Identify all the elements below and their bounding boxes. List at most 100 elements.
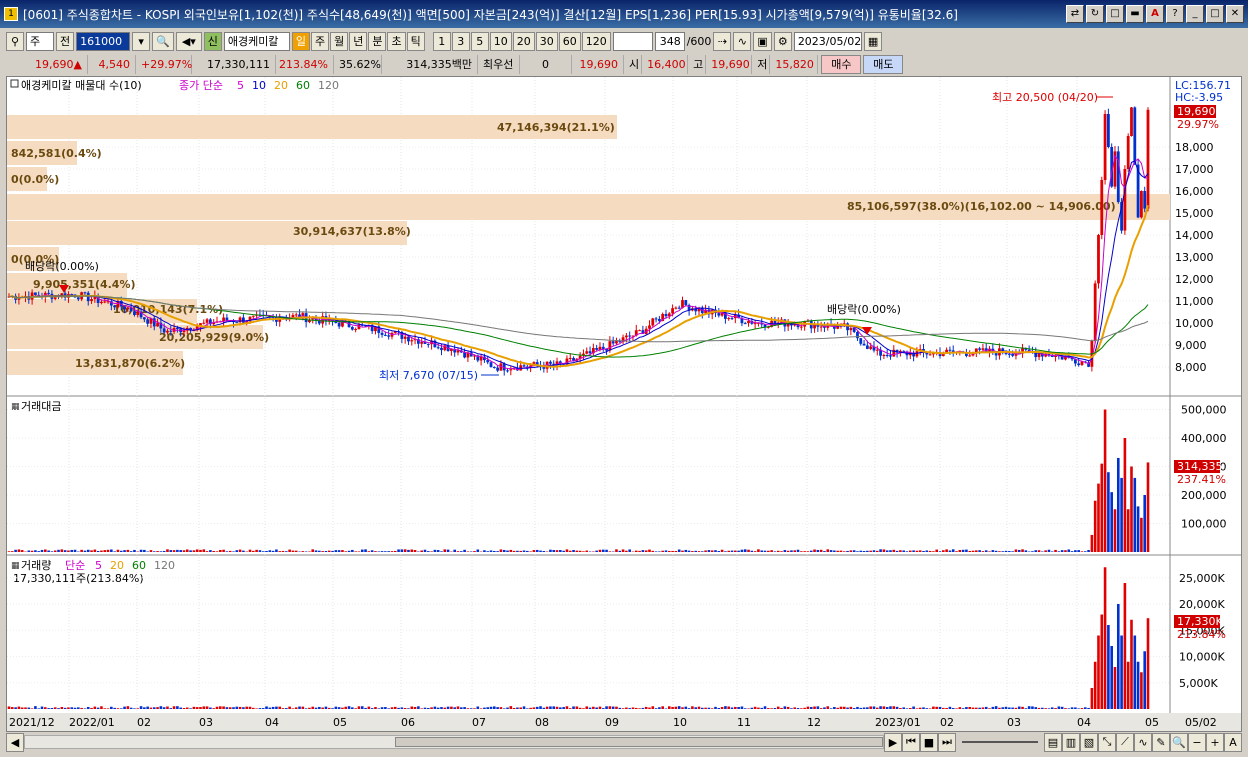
plus-icon[interactable]: +: [1206, 732, 1224, 752]
first-icon[interactable]: ⏮: [902, 732, 920, 752]
period-button-6[interactable]: 틱: [406, 31, 425, 51]
volume-bar: [288, 706, 291, 709]
amount-bar: [922, 550, 925, 552]
volume-bar: [545, 706, 549, 709]
search-icon[interactable]: 🔍: [152, 31, 174, 51]
interval-button-1[interactable]: 1: [432, 31, 451, 51]
interval-button-10[interactable]: 10: [489, 31, 512, 51]
amount-bar: [1014, 549, 1018, 552]
calendar-icon[interactable]: ▦: [863, 31, 883, 51]
refresh-icon[interactable]: ↻: [1086, 5, 1104, 23]
amount-bar: [430, 551, 433, 552]
amount-bar: [833, 550, 836, 552]
amount-bar: [747, 549, 750, 552]
volume-bar: [1034, 707, 1038, 709]
interval-button-20[interactable]: 20: [512, 31, 535, 51]
volume-bar: [572, 706, 575, 709]
type-select[interactable]: 주: [26, 31, 54, 51]
layout2-icon[interactable]: ▧: [1080, 732, 1098, 752]
amount-bar: [1037, 550, 1041, 552]
amount-bar: [420, 550, 423, 552]
code-input[interactable]: 161000: [76, 31, 131, 51]
interval-button-30[interactable]: 30: [535, 31, 558, 51]
amount-bar: [674, 550, 678, 552]
scroll-track[interactable]: [24, 735, 884, 749]
last-icon[interactable]: ⏭: [938, 732, 956, 752]
zoom-slider[interactable]: [962, 741, 1038, 743]
minus-icon[interactable]: −: [1188, 732, 1206, 752]
help-icon[interactable]: ?: [1166, 5, 1184, 23]
amount-bar: [433, 549, 437, 552]
volume-bar: [615, 706, 618, 709]
period-button-2[interactable]: 월: [330, 31, 349, 51]
volume-bar: [895, 706, 899, 709]
period-button-1[interactable]: 주: [310, 31, 330, 51]
volume-bar: [93, 706, 97, 709]
chart-icon[interactable]: ∿: [733, 31, 752, 51]
volume-bar: [192, 706, 196, 709]
period-button-0[interactable]: 일: [291, 31, 310, 51]
tool-icon[interactable]: ⇢: [713, 31, 732, 51]
volume-ma-60: 60: [132, 559, 146, 572]
zoom-icon[interactable]: 🔍: [1170, 732, 1188, 752]
amount-bar: [100, 550, 103, 552]
line-icon[interactable]: ⟋: [1116, 732, 1134, 752]
lock-icon[interactable]: ⚲: [6, 31, 24, 51]
font-size-icon[interactable]: A: [1224, 732, 1242, 752]
interval-input[interactable]: [612, 31, 653, 51]
speaker-icon[interactable]: ◀▾: [175, 31, 202, 51]
amount-bar: [1004, 550, 1008, 552]
amount-bar: [823, 551, 826, 552]
high-annotation: 최고 20,500 (04/20): [992, 91, 1098, 104]
date-input[interactable]: 2023/05/02: [793, 31, 862, 51]
volume-bar: [783, 706, 787, 709]
candle-body: [730, 318, 734, 320]
buy-button[interactable]: 매수: [821, 54, 862, 74]
grid-icon[interactable]: ▤: [1044, 732, 1062, 752]
interval-button-3[interactable]: 3: [451, 31, 470, 51]
expand-icon[interactable]: ⤡: [1098, 732, 1116, 752]
count-input[interactable]: 348: [654, 31, 685, 51]
amount-bar: [743, 549, 747, 552]
brush-icon[interactable]: ✎: [1152, 732, 1170, 752]
chart-area[interactable]: 18,000 17,000 16,000 15,000 14,000 13,000 12,0…: [6, 76, 1242, 732]
gear-icon[interactable]: ⚙: [773, 31, 792, 51]
amount-bar: [344, 551, 348, 552]
sell-button[interactable]: 매도: [863, 54, 904, 74]
font-icon[interactable]: A: [1146, 5, 1164, 23]
interval-button-60[interactable]: 60: [558, 31, 581, 51]
amount-bar: [1136, 506, 1140, 552]
interval-button-120[interactable]: 120: [581, 31, 611, 51]
chart-svg[interactable]: 18,000 17,000 16,000 15,000 14,000 13,000 12,0…: [7, 77, 1241, 731]
candle-body: [549, 361, 552, 364]
volume-bar: [1136, 661, 1140, 709]
amount-bar: [638, 550, 641, 552]
minimize-button[interactable]: _: [1186, 5, 1204, 23]
close-button[interactable]: ✕: [1226, 5, 1244, 23]
volume-bar: [1008, 707, 1011, 709]
interval-button-5[interactable]: 5: [470, 31, 489, 51]
link-icon[interactable]: ⇄: [1066, 5, 1084, 23]
price-tick: 12,000: [1175, 273, 1214, 286]
scroll-right-icon[interactable]: ▶: [884, 732, 902, 752]
scroll-left-icon[interactable]: ◀: [6, 732, 24, 752]
amount-bar: [235, 550, 239, 552]
layout-icon[interactable]: ▥: [1062, 732, 1080, 752]
wave-icon[interactable]: ∿: [1134, 732, 1152, 752]
save-icon[interactable]: ▣: [753, 31, 772, 51]
prev-button[interactable]: 전: [56, 31, 75, 51]
maximize-button[interactable]: □: [1206, 5, 1224, 23]
amount-bar: [11, 551, 14, 552]
amount-bar: [123, 550, 126, 552]
window-icon[interactable]: □: [1106, 5, 1124, 23]
dropdown-icon[interactable]: ▾: [132, 31, 151, 51]
period-button-5[interactable]: 초: [387, 31, 406, 51]
amount-bar: [661, 550, 664, 552]
stop-icon[interactable]: ■: [920, 732, 938, 752]
period-button-4[interactable]: 분: [368, 31, 387, 51]
pin-icon[interactable]: ▬: [1126, 5, 1144, 23]
period-button-3[interactable]: 년: [349, 31, 368, 51]
volume-bar: [100, 706, 103, 709]
x-axis-bg: [7, 713, 1241, 731]
scroll-thumb[interactable]: [395, 737, 883, 747]
